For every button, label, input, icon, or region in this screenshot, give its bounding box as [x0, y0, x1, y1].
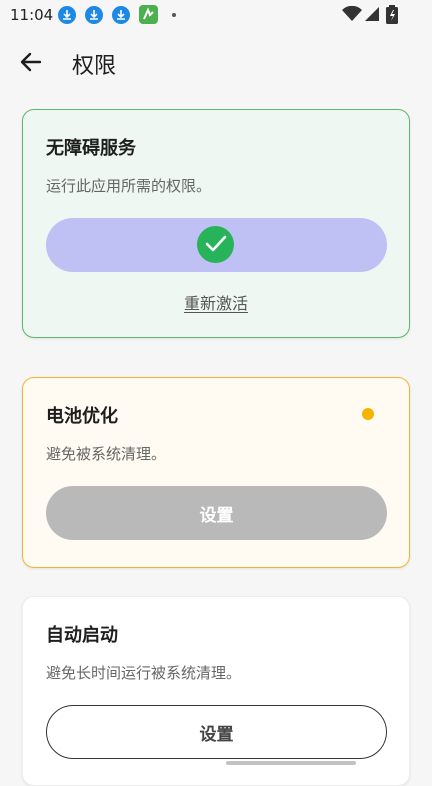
card-title: 电池优化 — [46, 406, 118, 427]
card-title: 无障碍服务 — [46, 138, 136, 159]
gesture-handle — [226, 761, 356, 765]
status-time: 11:04 — [10, 6, 54, 24]
back-button[interactable] — [18, 50, 50, 78]
status-bar: 11:04 — [0, 0, 432, 30]
app-bar: 权限 — [0, 36, 432, 90]
check-icon — [197, 226, 234, 263]
battery-optimization-card: 电池优化 避免被系统清理。 设置 — [22, 377, 410, 568]
card-title: 自动启动 — [46, 625, 118, 646]
battery-settings-button[interactable]: 设置 — [46, 486, 387, 540]
card-description: 运行此应用所需的权限。 — [46, 177, 212, 195]
card-description: 避免长时间运行被系统清理。 — [46, 664, 242, 682]
download-icon — [58, 6, 76, 24]
wifi-icon — [342, 6, 362, 21]
battery-icon — [386, 5, 398, 24]
dot-icon — [172, 13, 176, 17]
card-description: 避免被系统清理。 — [46, 445, 167, 463]
download-icon — [85, 6, 103, 24]
arrow-left-icon — [20, 52, 42, 72]
accessibility-status-button[interactable] — [46, 218, 387, 272]
signal-icon — [365, 7, 379, 21]
page-title: 权限 — [72, 54, 117, 79]
autostart-settings-button[interactable]: 设置 — [46, 705, 387, 759]
accessibility-card: 无障碍服务 运行此应用所需的权限。 重新激活 — [22, 109, 410, 338]
app-notification-icon — [139, 5, 158, 24]
warning-indicator-icon — [362, 408, 374, 420]
autostart-card: 自动启动 避免长时间运行被系统清理。 设置 — [22, 596, 410, 786]
download-icon — [112, 6, 130, 24]
reactivate-link[interactable]: 重新激活 — [23, 290, 409, 314]
